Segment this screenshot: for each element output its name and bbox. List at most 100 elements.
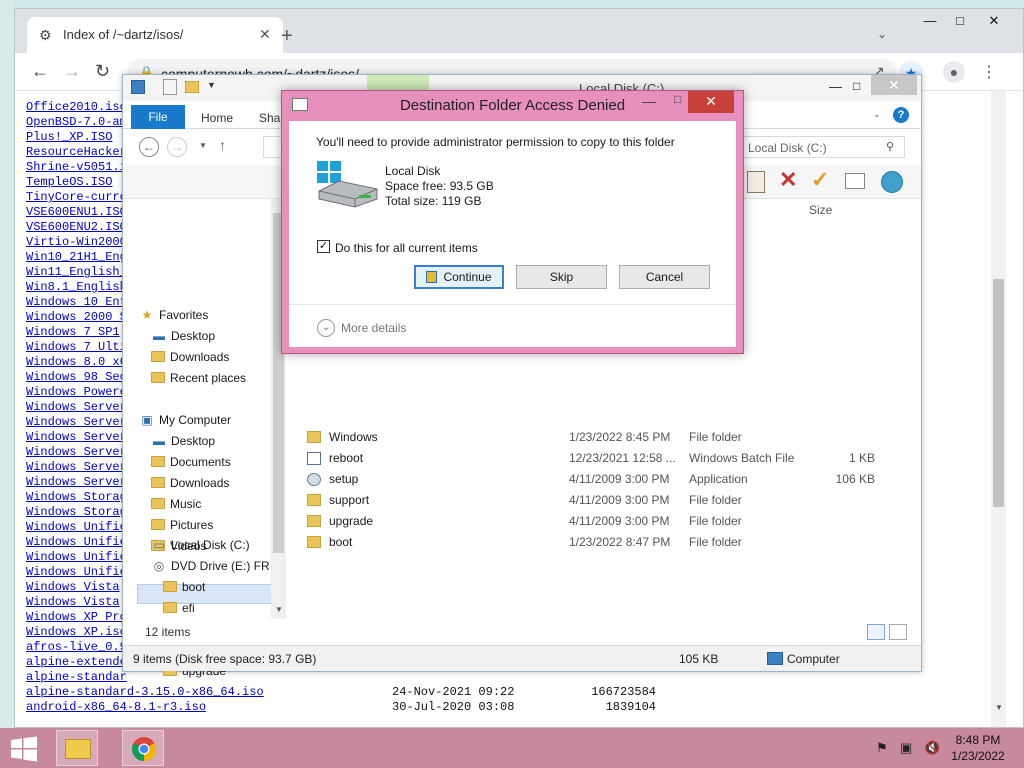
nav-item[interactable]: Documents	[151, 452, 231, 472]
apply-all-label[interactable]: Do this for all current items	[335, 241, 478, 255]
chevron-down-icon[interactable]: ⌄	[317, 319, 335, 337]
listing-link[interactable]: Shrine-v5051.i	[26, 160, 127, 175]
listing-link[interactable]: Windows Server	[26, 430, 127, 445]
listing-link[interactable]: Win11_English_	[26, 265, 127, 280]
listing-link[interactable]: Windows Unifie	[26, 520, 127, 535]
listing-link[interactable]: Windows 98 Sec	[26, 370, 127, 385]
listing-link[interactable]: Windows 7 SP1	[26, 325, 120, 340]
listing-link[interactable]: Plus!_XP.ISO	[26, 130, 112, 145]
taskbar-chrome[interactable]	[122, 730, 164, 766]
listing-link[interactable]: Windows Server	[26, 445, 127, 460]
dialog-close-button[interactable]: ✕	[688, 91, 734, 113]
details-view-icon[interactable]	[867, 624, 885, 640]
listing-link[interactable]: TinyCore-curre	[26, 190, 127, 205]
new-folder-icon[interactable]	[185, 81, 199, 93]
close-button[interactable]: ✕	[979, 13, 1009, 29]
listing-link[interactable]: Windows Server	[26, 460, 127, 475]
page-scrollbar-thumb[interactable]	[993, 279, 1004, 507]
listing-link[interactable]: Win8.1_English	[26, 280, 127, 295]
explorer-close-button[interactable]: ✕	[871, 75, 917, 95]
tab-search-icon[interactable]: ⌄	[877, 27, 887, 41]
file-row[interactable]: Windows 1/23/2022 8:45 PM File folder	[295, 427, 915, 448]
paste-icon[interactable]	[747, 171, 765, 193]
rename-check-icon[interactable]: ✓	[811, 167, 829, 193]
file-row[interactable]: reboot 12/23/2021 12:58 ... Windows Batch …	[295, 448, 915, 469]
listing-link[interactable]: Win10_21H1_Eng	[26, 250, 127, 265]
profile-avatar[interactable]: ●	[943, 61, 965, 83]
listing-link[interactable]: Windows Server	[26, 475, 127, 490]
listing-link[interactable]: Windows XP Pro	[26, 610, 127, 625]
listing-link[interactable]: Windows XP.iso	[26, 625, 127, 640]
action-center-flag-icon[interactable]: ⚑	[876, 740, 888, 756]
up-icon[interactable]: ↑	[219, 137, 226, 153]
new-tab-button[interactable]: +	[281, 25, 293, 48]
listing-link[interactable]: Windows 8.0 x6	[26, 355, 127, 370]
maximize-button[interactable]: □	[945, 13, 975, 28]
nav-item[interactable]: ★ Favorites	[139, 305, 209, 325]
ribbon-expand-icon[interactable]: ⌄	[873, 109, 881, 120]
listing-link[interactable]: Windows Server	[26, 400, 127, 415]
listing-link[interactable]: Windows Vista	[26, 580, 120, 595]
more-details-link[interactable]: More details	[341, 321, 406, 335]
back-icon[interactable]: ←	[31, 61, 49, 82]
minimize-button[interactable]: —	[915, 13, 945, 28]
windows-start-icon[interactable]	[10, 736, 38, 762]
listing-link[interactable]: TempleOS.ISO	[26, 175, 112, 190]
listing-link[interactable]: VSE600ENU1.ISO	[26, 205, 127, 220]
quick-access-dropdown-icon[interactable]: ▼	[207, 80, 216, 90]
listing-link[interactable]: Windows Storag	[26, 505, 127, 520]
delete-icon[interactable]: ✕	[779, 167, 797, 193]
taskbar-file-explorer[interactable]	[56, 730, 98, 766]
explorer-search-input[interactable]: Local Disk (C:) ⚲	[741, 136, 905, 158]
apply-all-checkbox[interactable]: ✓	[317, 240, 330, 253]
listing-link[interactable]: ResourceHacker	[26, 145, 127, 160]
clock-time[interactable]: 8:48 PM	[948, 733, 1008, 747]
listing-link[interactable]: OpenBSD-7.0-am	[26, 115, 127, 130]
menu-kebab-icon[interactable]: ⋮	[981, 62, 997, 82]
file-row[interactable]: boot 1/23/2022 8:47 PM File folder	[295, 532, 915, 553]
nav-item[interactable]: Downloads	[151, 347, 229, 367]
nav-item[interactable]: Downloads	[151, 473, 229, 493]
listing-link[interactable]: android-x86_64-8.1-r3.iso	[26, 700, 206, 715]
globe-icon[interactable]	[881, 171, 903, 193]
listing-link[interactable]: Windows 10 Ent	[26, 295, 127, 310]
dialog-maximize-button[interactable]: □	[674, 92, 681, 106]
column-header-size[interactable]: Size	[809, 203, 832, 217]
tab-home[interactable]: Home	[201, 111, 233, 125]
nav-item[interactable]: efi	[163, 598, 195, 618]
file-row[interactable]: upgrade 4/11/2009 3:00 PM File folder	[295, 511, 915, 532]
listing-link[interactable]: alpine-standard-3.15.0-x86_64.iso	[26, 685, 264, 700]
dialog-minimize-button[interactable]: —	[642, 93, 656, 109]
help-icon[interactable]: ?	[893, 107, 909, 123]
properties-icon[interactable]	[163, 79, 177, 95]
forward-icon[interactable]: →	[63, 61, 81, 82]
nav-item[interactable]: ▬ Desktop	[151, 326, 215, 346]
volume-muted-icon[interactable]: 🔇	[924, 740, 940, 756]
listing-link[interactable]: Windows Unifie	[26, 535, 127, 550]
listing-link[interactable]: afros-live_0.9	[26, 640, 127, 655]
browser-tab[interactable]: ⚙ Index of /~dartz/isos/ ✕	[27, 17, 283, 53]
properties-icon[interactable]	[845, 173, 865, 189]
recent-locations-icon[interactable]: ▼	[199, 141, 207, 150]
scroll-down-icon[interactable]: ▼	[995, 703, 1003, 712]
large-icons-view-icon[interactable]	[889, 624, 907, 640]
nav-item[interactable]: ▬ Desktop	[151, 431, 215, 451]
nav-item[interactable]: ▭ Local Disk (C:)	[151, 535, 249, 555]
explorer-minimize-button[interactable]: —	[829, 79, 842, 94]
nav-item[interactable]: ◎ DVD Drive (E:) FR	[151, 556, 270, 576]
listing-link[interactable]: VSE600ENU2.ISO	[26, 220, 127, 235]
listing-link[interactable]: Windows Unifie	[26, 550, 127, 565]
nav-item[interactable]: Pictures	[151, 515, 213, 535]
listing-link[interactable]: Windows 2000 S	[26, 310, 127, 325]
continue-button[interactable]: Continue	[414, 265, 504, 289]
network-icon[interactable]: ▣	[900, 740, 912, 756]
forward-icon[interactable]: →	[167, 137, 187, 157]
reload-icon[interactable]: ↻	[95, 61, 110, 82]
nav-item[interactable]: Recent places	[151, 368, 246, 388]
listing-link[interactable]: Windows 7 Ulti	[26, 340, 127, 355]
file-row[interactable]: setup 4/11/2009 3:00 PM Application 106 KB	[295, 469, 915, 490]
listing-link[interactable]: Office2010.iso	[26, 100, 127, 115]
listing-link[interactable]: Windows Storag	[26, 490, 127, 505]
file-row[interactable]: support 4/11/2009 3:00 PM File folder	[295, 490, 915, 511]
listing-link[interactable]: Windows Vista	[26, 595, 120, 610]
